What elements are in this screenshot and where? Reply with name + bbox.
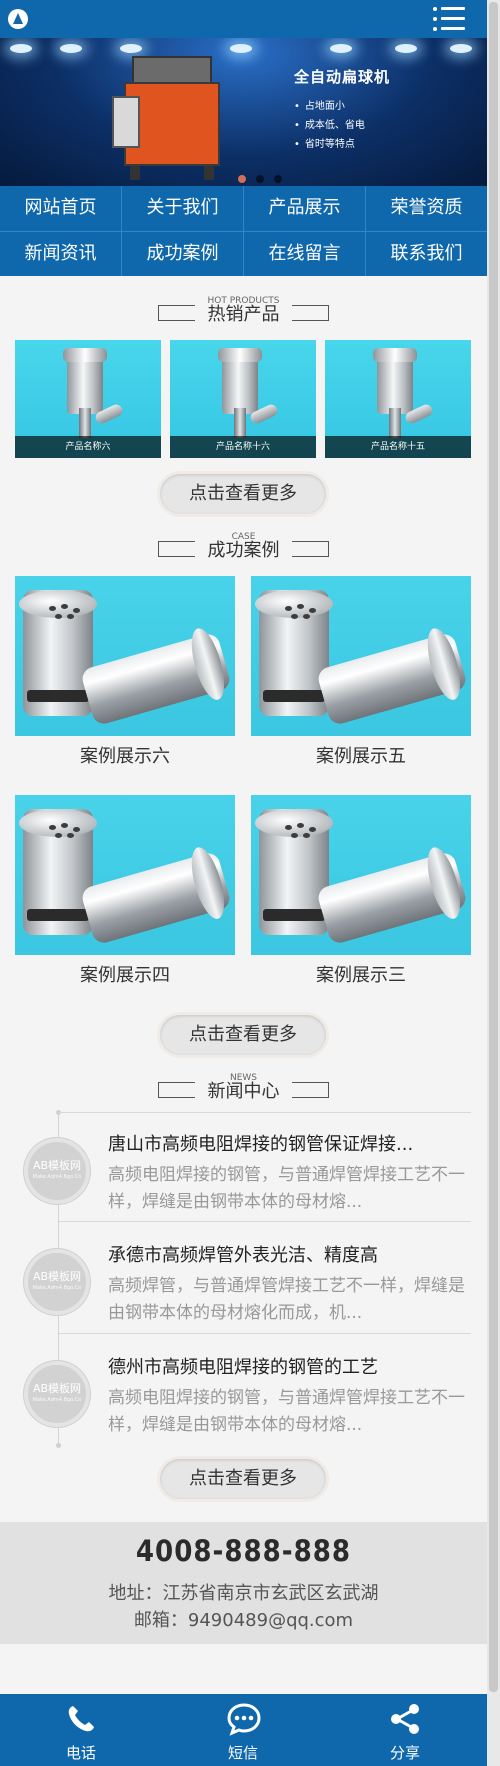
product-caption: 产品名称十五	[325, 436, 471, 458]
nav-item-home[interactable]: 网站首页	[0, 186, 121, 230]
section-heading-cn: 成功案例	[207, 540, 280, 561]
nav-item-products[interactable]: 产品展示	[244, 186, 365, 230]
banner-text: 全自动扁球机 占地面小 成本低、省电 省时等特点	[294, 66, 390, 154]
case-label: 案例展示六	[80, 746, 170, 767]
case-label: 案例展示三	[316, 965, 406, 986]
section-heading-cn: 热销产品	[207, 304, 280, 325]
bottom-toolbar: 电话 短信 分享	[0, 1694, 487, 1766]
case-label: 案例展示四	[80, 965, 170, 986]
main-nav: 网站首页 关于我们 产品展示 荣誉资质 新闻资讯 成功案例 在线留言 联系我们	[0, 186, 487, 276]
page-scrollbar[interactable]	[487, 0, 500, 1766]
case-card[interactable]: 案例展示五	[251, 576, 471, 776]
news-summary: 高频电阻焊接的钢管，与普通焊管焊接工艺不一样，焊缝是由钢带本体的母材熔...	[108, 1165, 465, 1212]
sms-icon	[227, 1703, 261, 1736]
banner-slider[interactable]: 全自动扁球机 占地面小 成本低、省电 省时等特点	[0, 38, 487, 186]
product-image	[218, 348, 262, 438]
menu-icon[interactable]	[433, 6, 465, 32]
contact-email[interactable]: 邮箱：9490489@qq.com	[0, 1606, 487, 1632]
case-card[interactable]: 案例展示六	[15, 576, 235, 776]
slider-dot[interactable]	[274, 175, 283, 183]
section-heading-cn: 新闻中心	[207, 1081, 280, 1102]
product-caption: 产品名称六	[15, 436, 161, 458]
contact-phone[interactable]: 4008-888-888	[0, 1534, 487, 1568]
case-card[interactable]: 案例展示三	[251, 795, 471, 995]
news-summary: 高频焊管，与普通焊管焊接工艺不一样，焊缝是由钢带本体的母材熔化而成，机...	[108, 1276, 465, 1323]
banner-machine-image	[112, 50, 228, 180]
product-card[interactable]: 产品名称十五	[325, 340, 471, 458]
case-card[interactable]: 案例展示四	[15, 795, 235, 995]
slider-dot[interactable]	[256, 175, 265, 183]
banner-point: 占地面小	[294, 97, 390, 116]
news-title[interactable]: 唐山市高频电阻焊接的钢管保证焊接...	[108, 1130, 468, 1156]
news-thumbnail: AB模板网 Make.Adm4.Bgo.Cn	[24, 1138, 90, 1204]
top-bar	[0, 0, 487, 38]
slider-dot[interactable]	[238, 175, 246, 183]
scrollbar-thumb[interactable]	[489, 2, 498, 1692]
product-caption: 产品名称十六	[170, 436, 316, 458]
footer-label: 分享	[389, 1744, 420, 1762]
case-label: 案例展示五	[316, 746, 406, 767]
news-thumbnail: AB模板网 Make.Adm4.Bgo.Cn	[24, 1249, 90, 1315]
banner-points: 占地面小 成本低、省电 省时等特点	[294, 97, 390, 154]
banner-point: 省时等特点	[294, 135, 390, 154]
site-logo-icon[interactable]	[8, 9, 28, 29]
news-item[interactable]: AB模板网 Make.Adm4.Bgo.Cn 承德市高频焊管外表光洁、精度高 高…	[0, 1221, 487, 1333]
section-heading-products: HOT PRODUCTS 热销产品	[0, 295, 487, 335]
news-thumbnail: AB模板网 Make.Adm4.Bgo.Cn	[24, 1361, 90, 1427]
product-image	[63, 348, 107, 438]
nav-item-cases[interactable]: 成功案例	[122, 232, 243, 276]
nav-item-news[interactable]: 新闻资讯	[0, 232, 121, 276]
news-summary: 高频电阻焊接的钢管，与普通焊管焊接工艺不一样，焊缝是由钢带本体的母材熔...	[108, 1388, 465, 1435]
more-cases-button[interactable]: 点击查看更多	[160, 1015, 326, 1055]
case-image	[251, 795, 471, 955]
news-item[interactable]: AB模板网 Make.Adm4.Bgo.Cn 德州市高频电阻焊接的钢管的工艺 高…	[0, 1333, 487, 1448]
share-icon	[391, 1704, 419, 1734]
nav-item-about[interactable]: 关于我们	[122, 186, 243, 230]
footer-share-button[interactable]: 分享	[324, 1694, 486, 1766]
product-image	[373, 348, 417, 438]
page: 全自动扁球机 占地面小 成本低、省电 省时等特点 网站首页 关于我们 产品展示 …	[0, 0, 487, 1766]
nav-item-honors[interactable]: 荣誉资质	[366, 186, 487, 230]
product-card[interactable]: 产品名称六	[15, 340, 161, 458]
footer-label: 电话	[65, 1744, 96, 1762]
contact-address: 地址：江苏省南京市玄武区玄武湖	[108, 1583, 379, 1604]
nav-item-contact[interactable]: 联系我们	[366, 232, 487, 276]
case-image	[251, 576, 471, 736]
footer-sms-button[interactable]: 短信	[162, 1694, 324, 1766]
news-title[interactable]: 德州市高频电阻焊接的钢管的工艺	[108, 1353, 468, 1379]
case-image	[15, 576, 235, 736]
contact-block: 4008-888-888 地址：江苏省南京市玄武区玄武湖 邮箱：9490489@…	[0, 1522, 487, 1644]
nav-item-message[interactable]: 在线留言	[244, 232, 365, 276]
phone-icon	[68, 1706, 94, 1732]
more-products-button[interactable]: 点击查看更多	[160, 474, 326, 514]
footer-phone-button[interactable]: 电话	[0, 1694, 162, 1766]
banner-title: 全自动扁球机	[294, 68, 391, 86]
banner-point: 成本低、省电	[294, 116, 390, 135]
more-news-button[interactable]: 点击查看更多	[160, 1459, 326, 1499]
section-heading-cases: CASE 成功案例	[0, 531, 487, 571]
case-image	[15, 795, 235, 955]
news-title[interactable]: 承德市高频焊管外表光洁、精度高	[108, 1241, 468, 1267]
news-item[interactable]: AB模板网 Make.Adm4.Bgo.Cn 唐山市高频电阻焊接的钢管保证焊接.…	[0, 1110, 487, 1222]
section-heading-news: NEWS 新闻中心	[0, 1072, 487, 1112]
stage-lights	[0, 38, 487, 68]
product-card[interactable]: 产品名称十六	[170, 340, 316, 458]
footer-label: 短信	[227, 1744, 258, 1762]
slider-dots	[238, 168, 287, 186]
